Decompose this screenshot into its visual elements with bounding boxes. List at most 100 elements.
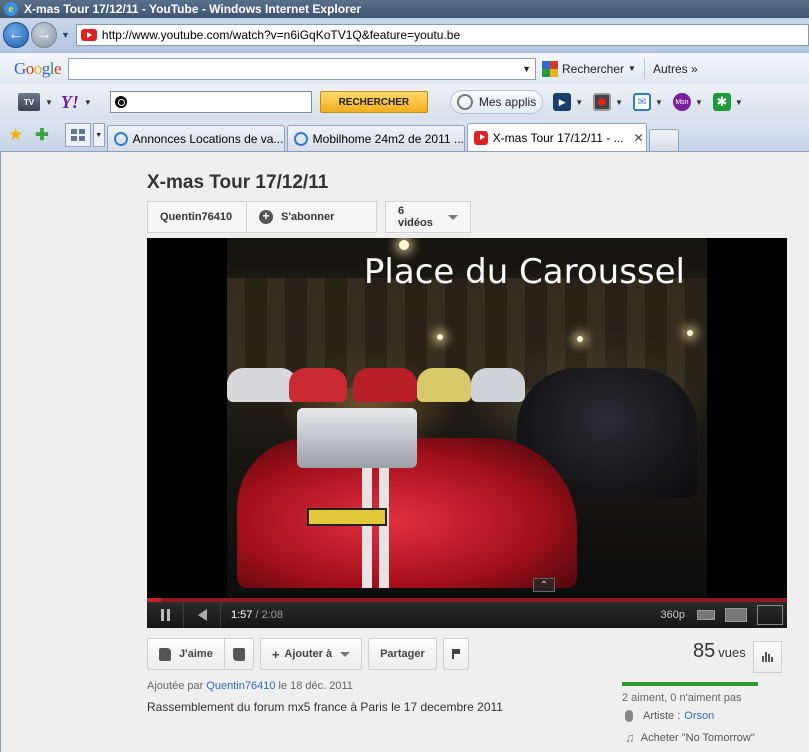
roof-box: [297, 408, 417, 468]
plus-icon: +: [259, 210, 273, 224]
pause-button[interactable]: [147, 609, 183, 621]
share-button[interactable]: Partager: [368, 638, 437, 670]
url-text[interactable]: http://www.youtube.com/watch?v=n6iGqKoTV…: [102, 28, 460, 42]
chevron-down-icon: [448, 214, 458, 220]
back-button[interactable]: ←: [3, 22, 29, 48]
video-frame[interactable]: Place du Caroussel ⌃: [227, 238, 707, 598]
quality-button[interactable]: 360p: [661, 609, 685, 621]
my-apps-button[interactable]: Mes applis: [449, 90, 544, 114]
tab-annonces[interactable]: Annonces Locations de va...: [106, 125, 285, 151]
chevron-down-icon[interactable]: ▼: [695, 98, 703, 107]
yahoo-logo[interactable]: Y!: [61, 92, 79, 113]
flag-icon: [451, 649, 460, 659]
tab-bar: ★ ✚ ▼ Annonces Locations de va... Mobilh…: [0, 120, 809, 152]
like-label: J'aime: [179, 648, 213, 660]
history-dropdown-icon[interactable]: ▼: [61, 30, 70, 40]
fullscreen-button[interactable]: [757, 605, 783, 625]
volume-icon[interactable]: [184, 609, 220, 621]
view-count-number: 85: [693, 640, 716, 662]
yahoo-search-input[interactable]: [109, 91, 312, 113]
address-toolbar: ← → ▼ http://www.youtube.com/watch?v=n6i…: [0, 18, 809, 52]
video-player[interactable]: Place du Caroussel ⌃ 1:57 / 2:08 360p: [147, 238, 787, 628]
chevron-down-icon[interactable]: ▼: [84, 98, 92, 107]
tab-label: Mobilhome 24m2 de 2011 ...: [312, 131, 464, 146]
artist-link[interactable]: Orson: [684, 710, 714, 722]
toolbar-divider: [643, 58, 645, 79]
new-tab-button[interactable]: [648, 129, 679, 151]
dislike-button[interactable]: [224, 638, 254, 670]
quick-tabs-icon[interactable]: [64, 123, 91, 147]
tv-icon[interactable]: TV: [18, 93, 40, 111]
chevron-down-icon[interactable]: ▼: [522, 64, 531, 74]
more-button[interactable]: Autres »: [653, 62, 698, 76]
search-icon: [114, 96, 127, 108]
car: [417, 368, 471, 402]
google-search-button[interactable]: Rechercher ▼: [542, 60, 636, 77]
control-divider: [220, 602, 221, 628]
small-player-button[interactable]: [697, 610, 715, 620]
car: [353, 368, 417, 402]
subscribe-button[interactable]: + S'abonner: [247, 201, 377, 233]
star-app-icon[interactable]: ✱: [712, 93, 731, 111]
likes-summary: 2 aiment, 0 n'aiment pas: [622, 692, 742, 704]
large-player-button[interactable]: [725, 608, 747, 622]
upload-info: Ajoutée par Quentin76410 le 18 déc. 2011: [147, 680, 353, 692]
tab-label: Annonces Locations de va...: [132, 131, 284, 146]
street-lamp: [399, 240, 409, 250]
microphone-icon: [625, 710, 633, 722]
uploader-link[interactable]: Quentin76410: [206, 680, 275, 692]
music-note-icon: ♫: [625, 730, 635, 745]
play-app-icon[interactable]: ▶: [553, 93, 572, 111]
subscribe-label: S'abonner: [281, 211, 335, 223]
google-squares-icon: [542, 60, 558, 77]
google-toolbar: Google ▼ Rechercher ▼ Autres »: [0, 52, 809, 84]
video-actions: J'aime + Ajouter à Partager: [147, 638, 469, 670]
chevron-down-icon[interactable]: ▼: [615, 98, 623, 107]
youtube-favicon-icon: [80, 29, 97, 41]
music-buy: ♫ Acheter "No Tomorrow": [625, 730, 755, 745]
thumbs-down-icon: [232, 647, 245, 661]
mail-app-icon[interactable]: ✉: [633, 93, 652, 111]
music-artist: Artiste : Orson: [625, 710, 714, 722]
msn-app-icon[interactable]: Msn: [672, 93, 691, 111]
view-count-label: vues: [718, 645, 746, 660]
add-favorite-icon[interactable]: ✚: [35, 125, 48, 145]
chevron-down-icon[interactable]: ▼: [735, 98, 743, 107]
yahoo-toolbar: TV ▼ Y! ▼ RECHERCHER Mes applis ▶ ▼ ▼ ✉ …: [0, 84, 809, 120]
forward-button[interactable]: →: [31, 22, 57, 48]
channel-name-button[interactable]: Quentin76410: [147, 201, 247, 233]
tab-list-dropdown-icon[interactable]: ▼: [92, 123, 105, 147]
flag-button[interactable]: [442, 638, 469, 670]
street-lamp: [437, 334, 443, 340]
address-bar[interactable]: http://www.youtube.com/watch?v=n6iGqKoTV…: [75, 24, 809, 46]
tab-mobilhome[interactable]: Mobilhome 24m2 de 2011 ...: [286, 125, 465, 151]
stats-button[interactable]: [753, 641, 782, 673]
tab-label: X-mas Tour 17/12/11 - ...: [492, 130, 624, 145]
favorites-star-icon[interactable]: ★: [8, 125, 23, 145]
street-lamp: [687, 330, 693, 336]
like-button[interactable]: J'aime: [147, 638, 225, 670]
like-ratio-bar: [622, 682, 758, 686]
chevron-down-icon[interactable]: ▼: [45, 98, 53, 107]
google-search-input[interactable]: ▼: [68, 57, 536, 80]
record-app-icon[interactable]: [593, 93, 612, 111]
youtube-favicon-icon: [473, 130, 488, 145]
add-to-button[interactable]: + Ajouter à: [259, 638, 363, 670]
my-apps-label: Mes applis: [478, 95, 537, 109]
channel-videos-dropdown[interactable]: 6 vidéos: [385, 201, 471, 233]
youtube-page: X-mas Tour 17/12/11 Quentin76410 + S'abo…: [0, 152, 809, 752]
close-tab-icon[interactable]: ✕: [634, 131, 644, 145]
google-logo[interactable]: Google: [14, 59, 66, 79]
time-duration: / 2:08: [252, 609, 283, 621]
chevron-down-icon[interactable]: ▼: [655, 98, 663, 107]
expand-chevron-icon[interactable]: ⌃: [533, 578, 555, 592]
chevron-down-icon[interactable]: ▼: [575, 98, 583, 107]
internet-explorer-icon: [293, 131, 308, 146]
car: [289, 368, 347, 402]
yahoo-search-button[interactable]: RECHERCHER: [319, 91, 428, 113]
thumbs-up-icon: [159, 647, 171, 661]
buy-link[interactable]: Acheter "No Tomorrow": [641, 732, 755, 744]
chevron-down-icon: [340, 651, 351, 657]
tab-youtube[interactable]: X-mas Tour 17/12/11 - ... ✕: [466, 123, 647, 151]
video-title: X-mas Tour 17/12/11: [147, 172, 329, 193]
